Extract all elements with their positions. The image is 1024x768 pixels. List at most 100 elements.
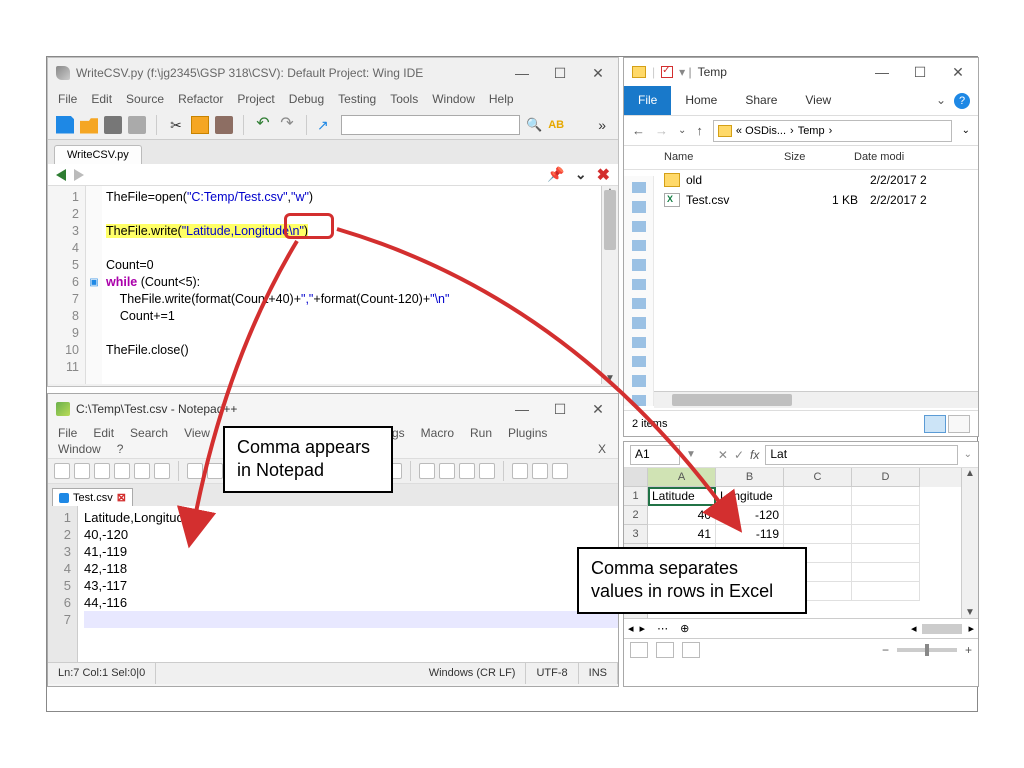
nav-forward-icon[interactable]: → [655, 123, 668, 138]
ribbon-share[interactable]: Share [731, 86, 791, 115]
maximize-button[interactable]: ☐ [548, 65, 572, 82]
maximize-button[interactable]: ☐ [908, 64, 932, 81]
new-sheet-icon[interactable]: ⊕ [680, 622, 689, 635]
goto-icon[interactable]: ↗ [317, 116, 335, 134]
toolbar-overflow-icon[interactable]: » [598, 117, 610, 133]
file-list[interactable]: old 2/2/2017 2 Test.csv 1 KB 2/2/2017 2 [624, 170, 978, 210]
highlight-icon[interactable]: AB [548, 119, 564, 131]
save-icon[interactable] [104, 116, 122, 134]
minimize-button[interactable]: — [510, 401, 534, 418]
copy-icon[interactable] [191, 116, 209, 134]
normal-view-icon[interactable] [630, 642, 648, 658]
menu-help[interactable]: ? [117, 442, 124, 456]
play-icon[interactable] [532, 463, 548, 479]
ribbon-home[interactable]: Home [671, 86, 731, 115]
save-all-icon[interactable] [128, 116, 146, 134]
nav-back-icon[interactable]: ← [632, 123, 645, 138]
run-back-icon[interactable] [56, 169, 66, 181]
undo-icon[interactable]: ↶ [254, 116, 272, 134]
fx-icon[interactable]: fx [750, 448, 759, 462]
ribbon-file[interactable]: File [624, 86, 671, 115]
save-icon[interactable] [94, 463, 110, 479]
nav-up-icon[interactable]: ↑ [696, 123, 703, 138]
chars-icon[interactable] [439, 463, 455, 479]
close-icon[interactable] [134, 463, 150, 479]
new-icon[interactable] [54, 463, 70, 479]
vertical-scrollbar[interactable]: ▲▼ [961, 468, 978, 618]
cut-icon[interactable] [187, 463, 203, 479]
menu-file[interactable]: File [58, 426, 77, 440]
record-icon[interactable] [512, 463, 528, 479]
menu-search[interactable]: Search [130, 426, 168, 440]
file-tab[interactable]: Test.csv ⊠ [52, 488, 133, 506]
pagelayout-view-icon[interactable] [656, 642, 674, 658]
col-name[interactable]: Name [664, 146, 784, 169]
ribbon-view[interactable]: View [791, 86, 845, 115]
maximize-button[interactable]: ☐ [548, 401, 572, 418]
horizontal-scrollbar[interactable] [654, 391, 978, 408]
pin-icon[interactable]: 📌 [547, 166, 564, 183]
menu-window[interactable]: Window [432, 92, 475, 106]
close-button[interactable]: ✕ [586, 65, 610, 82]
cut-icon[interactable]: ✂ [167, 116, 185, 134]
enter-icon[interactable]: ✓ [734, 448, 744, 462]
code-body[interactable]: TheFile=open("C:Temp/Test.csv","w") TheF… [102, 186, 601, 384]
sheet-nav-right-icon[interactable]: ▸ [640, 622, 646, 635]
cancel-icon[interactable]: ✕ [718, 448, 728, 462]
menu-plugins[interactable]: Plugins [508, 426, 547, 440]
nav-recent-icon[interactable]: ⌄ [678, 125, 686, 136]
sheet-nav-left-icon[interactable]: ◂ [628, 622, 634, 635]
menu-tools[interactable]: Tools [390, 92, 418, 106]
vertical-scrollbar[interactable]: ▲ ▼ [601, 186, 618, 384]
print-icon[interactable] [154, 463, 170, 479]
list-item[interactable]: old 2/2/2017 2 [624, 170, 978, 190]
npp-body[interactable]: Latitude,Longitude40,-12041,-11942,-1184… [78, 506, 618, 662]
details-view-icon[interactable] [924, 415, 946, 433]
zoom-in-icon[interactable]: + [965, 643, 972, 657]
menu-edit[interactable]: Edit [93, 426, 114, 440]
menu-testing[interactable]: Testing [338, 92, 376, 106]
open-file-icon[interactable] [80, 116, 98, 134]
menu-project[interactable]: Project [237, 92, 274, 106]
col-size[interactable]: Size [784, 146, 854, 169]
run-forward-icon[interactable] [74, 169, 84, 181]
close-button[interactable]: ✕ [946, 64, 970, 81]
crumb-1[interactable]: « OSDis... [736, 125, 786, 137]
redo-icon[interactable]: ↷ [278, 116, 296, 134]
close-button[interactable]: ✕ [586, 401, 610, 418]
menu-view[interactable]: View [184, 426, 210, 440]
menu-debug[interactable]: Debug [289, 92, 324, 106]
minimize-button[interactable]: — [510, 65, 534, 82]
crumb-2[interactable]: Temp [798, 125, 825, 137]
namebox-dropdown-icon[interactable]: ▼ [686, 449, 696, 460]
list-item[interactable]: Test.csv 1 KB 2/2/2017 2 [624, 190, 978, 210]
indent-icon[interactable] [459, 463, 475, 479]
tab-close-icon[interactable]: ⊠ [117, 491, 126, 504]
search-input[interactable] [341, 115, 520, 135]
pagebreak-view-icon[interactable] [682, 642, 700, 658]
formula-expand-icon[interactable]: ⌄ [964, 449, 972, 460]
open-icon[interactable] [74, 463, 90, 479]
menu-macro[interactable]: Macro [421, 426, 454, 440]
zoom-slider[interactable] [897, 648, 957, 652]
menu-close-icon[interactable]: X [598, 442, 606, 456]
file-tab[interactable]: WriteCSV.py [54, 145, 142, 164]
ribbon-collapse-icon[interactable]: ⌄ [928, 86, 954, 115]
menu-refactor[interactable]: Refactor [178, 92, 223, 106]
col-date[interactable]: Date modi [854, 146, 978, 169]
menu-help[interactable]: Help [489, 92, 514, 106]
sheet-tab[interactable]: ⋯ [651, 622, 674, 635]
chevron-down-icon[interactable]: ⌄ [575, 166, 587, 183]
npp-editor[interactable]: 1234567 Latitude,Longitude40,-12041,-119… [48, 506, 618, 662]
copy-icon[interactable] [207, 463, 223, 479]
zoom-out-icon[interactable]: − [882, 643, 889, 657]
folder-icon[interactable] [479, 463, 495, 479]
hscroll-left-icon[interactable]: ◂ [911, 622, 917, 635]
menu-run[interactable]: Run [470, 426, 492, 440]
column-headers[interactable]: Name Size Date modi [624, 146, 978, 170]
stop-icon[interactable] [552, 463, 568, 479]
close-tab-icon[interactable]: ✖ [597, 165, 610, 185]
search-icon[interactable]: 🔍 [526, 117, 542, 133]
menu-edit[interactable]: Edit [91, 92, 112, 106]
new-file-icon[interactable] [56, 116, 74, 134]
